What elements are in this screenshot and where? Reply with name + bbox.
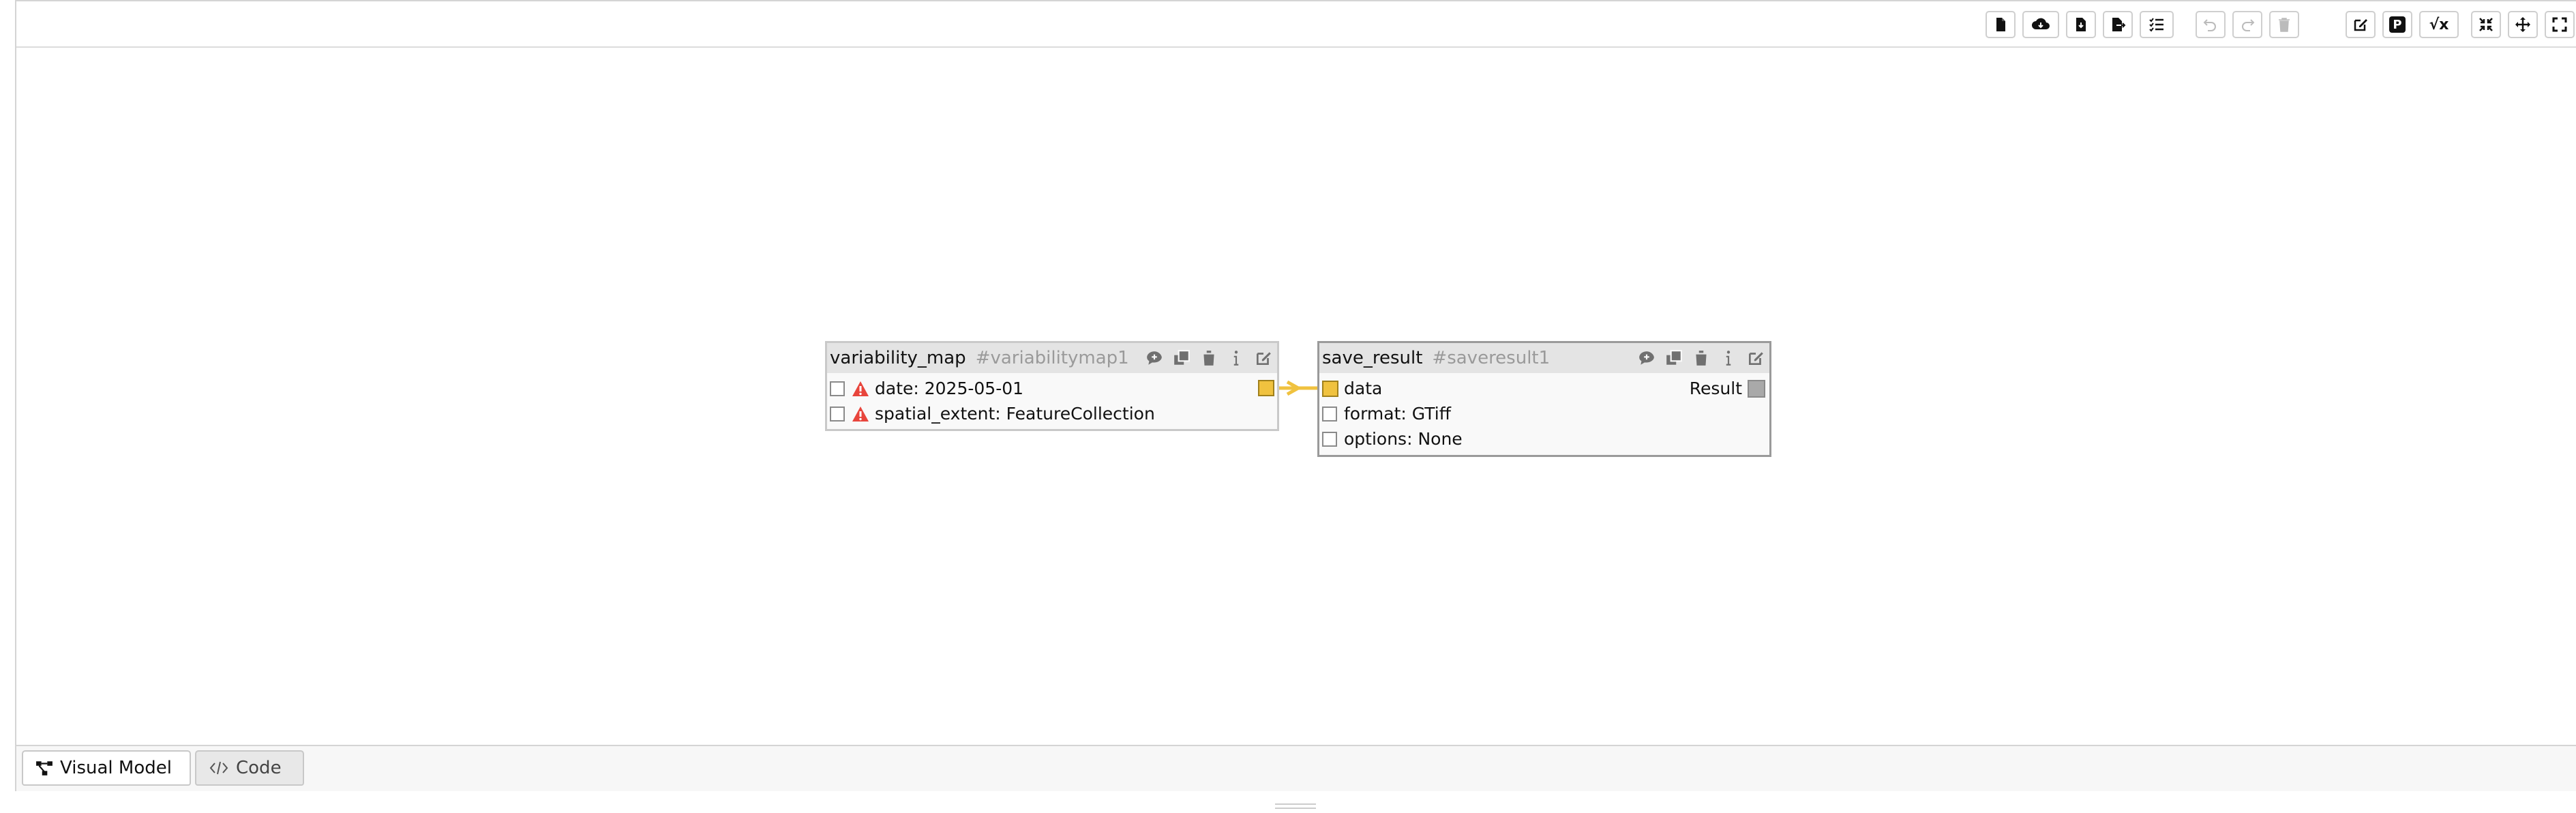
task-list-icon [2149,18,2163,32]
edit-button[interactable] [2346,11,2376,38]
duplicate-button[interactable] [1172,349,1191,368]
trash-icon [1202,351,1216,366]
argument-label: date: 2025-05-01 [875,379,1024,398]
file-export-icon [2112,18,2126,31]
process-node-save-result[interactable]: save_result #saveresult1 data Result for… [1317,341,1771,457]
info-button[interactable] [1227,349,1246,368]
edit-toolbar-group: P √x [2346,11,2459,38]
node-id: #saveresult1 [1432,348,1551,368]
argument-label: format: GTiff [1344,404,1451,424]
undo-icon [2203,19,2216,31]
tab-label: Visual Model [60,758,172,778]
file-import-button[interactable] [2066,11,2096,38]
argument-row-date[interactable]: date: 2025-05-01 [827,376,1277,401]
graph-icon [36,761,53,775]
input-port[interactable] [1322,380,1338,397]
delete-button[interactable] [2269,11,2299,38]
result-port[interactable] [1748,380,1765,398]
delete-node-button[interactable] [1199,349,1218,368]
history-toolbar-group [2196,11,2299,38]
cloud-download-button[interactable] [2022,11,2059,38]
redo-icon [2242,19,2255,31]
delete-node-button[interactable] [1692,349,1711,368]
toolbar: P √x [16,1,2576,48]
formula-icon: √x [2429,16,2449,33]
compress-icon [2479,18,2493,31]
duplicate-icon [1174,350,1190,365]
move-button[interactable] [2508,11,2538,38]
node-actions [1637,343,1765,373]
argument-row-options[interactable]: options: None [1319,426,1769,452]
comment-button[interactable] [1637,349,1656,368]
file-export-button[interactable] [2103,11,2133,38]
node-title: save_result [1322,348,1423,368]
resize-handle[interactable] [1275,803,1316,809]
move-icon [2515,17,2530,32]
warning-icon [852,406,869,422]
info-icon [1233,351,1239,366]
cloud-download-icon [2032,18,2050,29]
info-button[interactable] [1719,349,1738,368]
view-tab-bar: Visual Model Code [15,745,2576,791]
argument-label: spatial_extent: FeatureCollection [875,404,1155,424]
process-node-variability-map[interactable]: variability_map #variabilitymap1 date: 2… [825,341,1279,431]
parameter-icon: P [2389,16,2406,33]
trash-icon [2279,18,2290,32]
edit-icon [2354,19,2367,31]
view-toolbar-group [2471,11,2575,38]
node-actions [1145,343,1273,373]
code-icon [209,761,228,775]
tab-visual-model[interactable]: Visual Model [22,750,191,786]
argument-row-spatial-extent[interactable]: spatial_extent: FeatureCollection [827,401,1277,426]
comment-icon [1147,351,1162,365]
edit-node-button[interactable] [1746,349,1765,368]
argument-label: options: None [1344,429,1463,449]
info-icon [1726,351,1731,366]
node-header[interactable]: save_result #saveresult1 [1319,343,1769,373]
task-list-button[interactable] [2140,11,2174,38]
argument-row-data[interactable]: data Result [1319,376,1769,401]
argument-checkbox[interactable] [830,381,845,396]
result-label: Result [1689,379,1742,398]
argument-checkbox[interactable] [830,406,845,422]
file-import-icon [2076,18,2086,31]
node-id: #variabilitymap1 [975,348,1129,368]
fullscreen-button[interactable] [2545,11,2575,38]
edit-icon [1748,352,1763,366]
duplicate-icon [1666,350,1682,365]
output-port[interactable] [1258,380,1274,396]
parameter-button[interactable]: P [2382,11,2412,38]
fullscreen-icon [2552,17,2567,32]
argument-row-format[interactable]: format: GTiff [1319,401,1769,426]
compress-button[interactable] [2471,11,2501,38]
tab-code[interactable]: Code [195,750,304,786]
argument-checkbox[interactable] [1322,406,1337,422]
formula-button[interactable]: √x [2419,11,2459,38]
node-title: variability_map [830,348,966,368]
comment-button[interactable] [1145,349,1164,368]
argument-label: data [1344,379,1383,398]
trash-icon [1694,351,1708,366]
new-file-button[interactable] [1986,11,2016,38]
edit-node-button[interactable] [1254,349,1273,368]
file-toolbar-group [1986,11,2174,38]
duplicate-button[interactable] [1664,349,1683,368]
tab-label: Code [236,758,282,778]
warning-icon [852,381,869,396]
edit-icon [1256,352,1271,366]
new-file-icon [1996,18,2005,31]
undo-button[interactable] [2196,11,2226,38]
redo-button[interactable] [2232,11,2262,38]
node-header[interactable]: variability_map #variabilitymap1 [827,343,1277,373]
model-editor: P √x variability_map #variabilitymap1 da… [15,0,2576,791]
argument-checkbox[interactable] [1322,431,1337,447]
comment-icon [1639,351,1654,365]
